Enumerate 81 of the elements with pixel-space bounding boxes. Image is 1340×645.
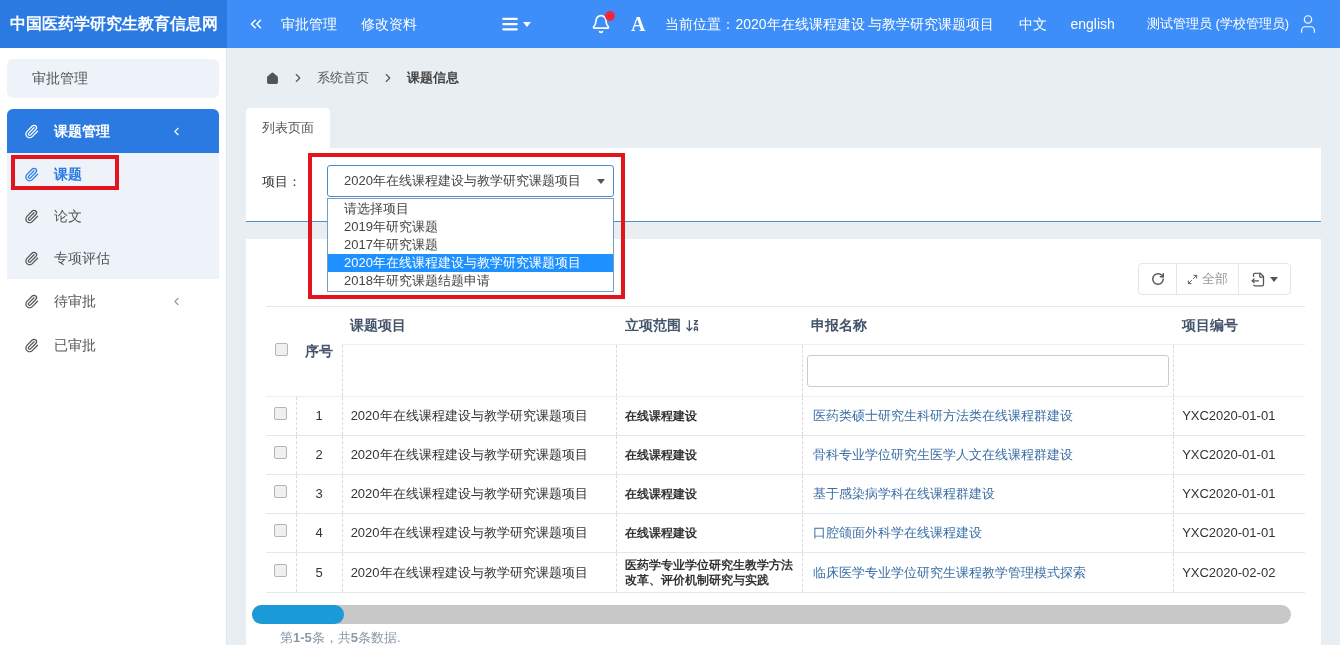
table-cell: 3 — [315, 486, 323, 502]
column-header[interactable]: 立项范围 — [624, 315, 681, 336]
table-cell: 在线课程建设 — [625, 447, 698, 463]
breadcrumb-item: 课题信息 — [407, 69, 459, 88]
dropdown-option[interactable]: 2020年在线课程建设与教学研究课题项目 — [328, 254, 613, 272]
horizontal-scrollbar[interactable] — [252, 605, 1291, 624]
filter-input[interactable] — [807, 354, 1170, 387]
paperclip-icon — [24, 250, 39, 266]
table-cell: YXC2020-01-01 — [1182, 447, 1276, 463]
table-cell: 4 — [315, 525, 323, 541]
site-logo[interactable]: 中国医药学研究生教育信息网 — [0, 0, 227, 48]
checkbox[interactable] — [274, 446, 288, 460]
table-cell: 5 — [315, 564, 323, 580]
checkbox[interactable] — [274, 485, 288, 499]
sidebar-subitem[interactable]: 论文 — [7, 195, 219, 237]
column-header: 序号 — [296, 306, 343, 397]
table-cell: 2020年在线课程建设与教学研究课题项目 — [350, 408, 588, 424]
dropdown-option[interactable]: 2018年研究课题结题申请 — [328, 272, 613, 290]
table-cell: YXC2020-01-01 — [1182, 525, 1276, 541]
sidebar-item[interactable]: 审批管理 — [7, 59, 219, 98]
table-cell: 2 — [315, 447, 323, 463]
project-name-link[interactable]: 基于感染病学科在线课程群建设 — [813, 486, 996, 502]
nav-link[interactable]: 修改资料 — [361, 13, 417, 35]
table-cell: YXC2020-01-01 — [1182, 408, 1276, 424]
menu-icon — [501, 15, 519, 33]
expand-icon — [1187, 273, 1198, 285]
sidebar-subitem[interactable]: 专项评估 — [7, 237, 219, 279]
project-name-link[interactable]: 临床医学专业学位研究生课程教学管理模式探索 — [813, 564, 1087, 580]
dropdown-caret-icon — [597, 178, 605, 184]
current-location: 当前位置：2020年在线课程建设 与教学研究课题项目 — [665, 14, 995, 34]
sort-icon[interactable] — [684, 318, 700, 333]
checkbox[interactable] — [274, 342, 288, 356]
dropdown-option[interactable]: 2017年研究课题 — [328, 236, 613, 254]
refresh-icon — [1150, 272, 1165, 286]
table-cell: 在线课程建设 — [625, 486, 698, 502]
table-cell: YXC2020-02-02 — [1182, 564, 1276, 580]
sidebar-item[interactable]: 待审批 — [7, 279, 219, 323]
sidebar-subitem[interactable]: 课题 — [7, 153, 219, 195]
table-cell: 2020年在线课程建设与教学研究课题项目 — [350, 564, 588, 580]
table-cell: 医药学专业学位研究生教学方法改革、评价机制研究与实践 — [625, 557, 795, 588]
paperclip-icon — [24, 123, 39, 139]
project-name-link[interactable]: 骨科专业学位研究生医学人文在线课程群建设 — [813, 447, 1074, 463]
table-cell: 在线课程建设 — [625, 408, 698, 424]
home-icon[interactable] — [266, 71, 279, 85]
pagination-info: 第1-5条，共5条数据. — [280, 629, 402, 645]
project-name-link[interactable]: 医药类硕士研究生科研方法类在线课程群建设 — [813, 408, 1074, 424]
column-header: 申报名称 — [810, 316, 867, 335]
checkbox[interactable] — [274, 524, 288, 538]
language-link[interactable]: english — [1070, 13, 1115, 35]
dropdown-option[interactable]: 2019年研究课题 — [328, 218, 613, 236]
column-header: 课题项目 — [350, 316, 407, 335]
field-label: 项目： — [262, 173, 301, 191]
breadcrumb-item[interactable]: 系统首页 — [317, 68, 369, 88]
paperclip-icon — [24, 208, 39, 224]
project-select[interactable]: 2020年在线课程建设与教学研究课题项目 — [327, 165, 614, 197]
paperclip-icon — [24, 166, 39, 182]
table-cell: 2020年在线课程建设与教学研究课题项目 — [350, 525, 588, 541]
checkbox[interactable] — [274, 563, 288, 577]
paperclip-icon — [24, 293, 39, 309]
table-cell: 2020年在线课程建设与教学研究课题项目 — [350, 447, 588, 463]
checkbox[interactable] — [274, 407, 288, 421]
scrollbar-thumb[interactable] — [252, 605, 344, 624]
menu-button[interactable] — [501, 15, 531, 33]
table-cell: 2020年在线课程建设与教学研究课题项目 — [350, 486, 588, 502]
table-cell: 1 — [315, 408, 323, 424]
column-header: 项目编号 — [1181, 316, 1238, 335]
sidebar-item[interactable]: 已审批 — [7, 323, 219, 367]
caret-icon — [1270, 276, 1278, 282]
dropdown-option[interactable]: 请选择项目 — [328, 200, 613, 218]
export-icon — [1251, 271, 1266, 287]
language-link[interactable]: 中文 — [1018, 13, 1047, 35]
font-button[interactable]: A — [631, 9, 646, 39]
project-name-link[interactable]: 口腔颌面外科学在线课程建设 — [813, 525, 983, 541]
user-name[interactable]: 测试管理员 (学校管理员) — [1146, 14, 1290, 34]
tab[interactable]: 列表页面 — [246, 108, 330, 148]
table-cell: YXC2020-01-01 — [1182, 486, 1276, 502]
sidebar-item[interactable]: 课题管理 — [7, 109, 219, 153]
caret-icon — [523, 21, 531, 27]
paperclip-icon — [24, 337, 39, 353]
nav-link[interactable]: 审批管理 — [281, 13, 337, 35]
table-cell: 在线课程建设 — [625, 525, 698, 541]
